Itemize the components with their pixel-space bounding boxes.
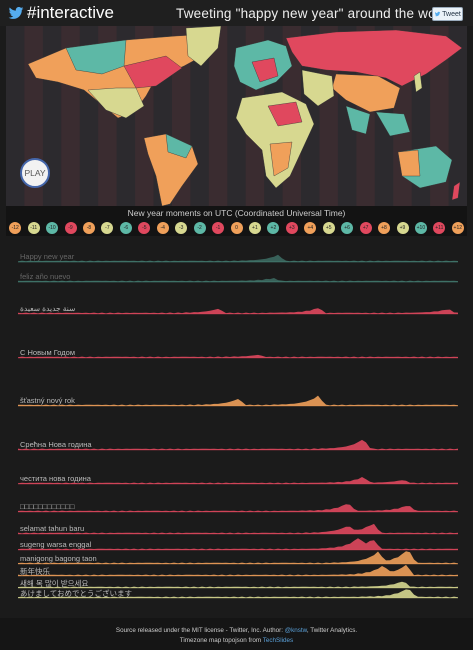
timezone-chip[interactable]: +10 [414,222,427,234]
world-map-svg [6,26,467,206]
australia-shape[interactable] [397,149,421,177]
phrase-sparkline [18,504,458,513]
tweet-button[interactable]: Tweet [432,7,463,21]
timezone-chip[interactable]: +11 [433,222,446,234]
timezone-chip[interactable]: -4 [156,222,169,234]
phrase-area [18,354,458,358]
timezone-chip[interactable]: +9 [396,222,409,234]
phrase-area [18,439,458,450]
timezone-chip[interactable]: +8 [378,222,390,234]
phrase-area [18,254,458,262]
world-map[interactable] [6,26,467,206]
phrase-sparkline [18,589,458,599]
techslides-link[interactable]: TechSlides [263,637,293,644]
tweet-button-label: Tweet [442,10,461,18]
brand-text: #interactive [27,3,114,22]
footer: Source released under the MIT license - … [0,618,473,650]
utc-timeline: New year moments on UTC (Coordinated Uni… [6,206,467,236]
timezone-chip[interactable]: +7 [359,222,372,234]
twitter-bird-icon [434,11,441,17]
timezone-chip[interactable]: -3 [175,222,188,234]
timezone-chip[interactable]: +5 [322,222,335,234]
timeline-label: New year moments on UTC (Coordinated Uni… [127,208,346,218]
phrase-area [18,278,458,282]
phrase-area [18,589,458,598]
timezone-chip[interactable]: -12 [9,222,22,234]
header: #interactive Tweeting "happy new year" a… [0,0,473,26]
phrase-sparkline [18,354,458,359]
brand[interactable]: #interactive [8,3,114,23]
phrase-area [18,308,458,314]
timezone-chip[interactable]: +4 [304,222,317,234]
phrase-area [18,504,458,512]
timezone-chip[interactable]: +6 [341,222,354,234]
timezone-chip[interactable]: -8 [83,222,95,234]
page-title: Tweeting "happy new year" around the wor… [176,6,452,21]
phrase-area [18,477,458,484]
phrase-sparkline [18,439,458,451]
timezone-chip[interactable]: +12 [451,222,464,234]
timezone-chip[interactable]: -6 [119,222,132,234]
timezone-chip[interactable]: -1 [212,222,225,234]
timezone-chip[interactable]: +2 [267,222,280,234]
phrase-sparkline [18,278,458,283]
footer-line-1: Source released under the MIT license - … [0,626,473,636]
timezone-chip[interactable]: -9 [64,222,77,234]
timezone-chip[interactable]: -10 [46,222,59,234]
phrase-rows: Happy new year feliz año nuevo سنة جديدة س… [14,250,460,612]
timezone-chip[interactable]: -11 [27,222,40,234]
footer-line-2: Timezone map topojson from TechSlides [0,636,473,646]
timezone-chip[interactable]: +1 [248,222,261,234]
footer-text: , Twitter Analytics. [306,627,358,634]
phrase-sparkline [18,308,458,315]
timezone-list: -12 -11 -10 -9 -8 -7 -6 -5 -4 -3 -2 -1 0 +1 +2 +3 +4 +5 +6… [6,221,467,235]
timezone-chip[interactable]: -2 [193,222,206,234]
phrase-area [18,395,458,406]
phrase-sparkline [18,477,458,485]
twitter-bird-icon [8,7,24,19]
timezone-chip[interactable]: -5 [138,222,151,234]
footer-text: Source released under the MIT license - … [115,627,285,634]
timezone-chip[interactable]: -7 [101,222,114,234]
author-link[interactable]: @knstw [285,627,307,634]
timezone-chip[interactable]: 0 [230,222,243,234]
phrase-sparkline [18,254,458,263]
timezone-chip[interactable]: +3 [285,222,298,234]
play-button[interactable]: PLAY [20,158,50,188]
phrase-sparkline [18,395,458,407]
footer-text: Timezone map topojson from [179,636,263,644]
